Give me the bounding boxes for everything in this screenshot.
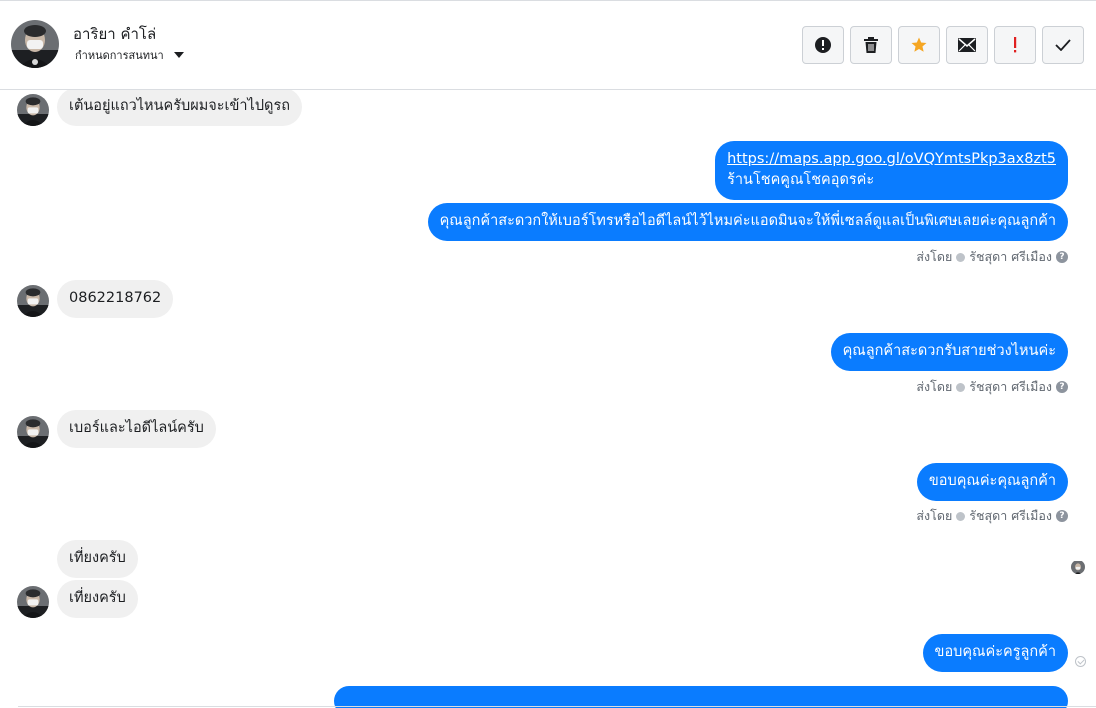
agent-name[interactable]: รัชสุดา ศรีเมือง (969, 247, 1052, 267)
sent-by-prefix: ส่งโดย (916, 508, 953, 523)
agent-name[interactable]: รัชสุดา ศรีเมือง (969, 506, 1052, 526)
caret-down-icon (173, 52, 184, 58)
outgoing-message[interactable]: ขอบคุณค่ะคุณลูกค้า (916, 463, 1068, 501)
exclamation-icon (1014, 37, 1017, 53)
contact-avatar[interactable] (11, 20, 59, 68)
delete-button[interactable] (850, 26, 892, 64)
sent-by-prefix: ส่งโดย (916, 249, 953, 264)
contact-avatar-small[interactable] (17, 285, 49, 317)
contact-name[interactable]: อาริยา คำโล่ (73, 22, 156, 46)
star-icon (911, 37, 927, 52)
sent-by-label: ส่งโดย รัชสุดา ศรีเมือง ? (916, 247, 1068, 267)
trash-icon (864, 37, 878, 53)
star-button[interactable] (898, 26, 940, 64)
sent-check-icon (1075, 656, 1086, 667)
outgoing-message[interactable]: คุณลูกค้าสะดวกรับสายช่วงไหนค่ะ (830, 333, 1068, 371)
agent-status-icon (956, 382, 966, 392)
help-icon[interactable]: ? (1056, 381, 1068, 393)
assign-label: กำหนดการสนทนา (75, 49, 164, 62)
agent-status-icon (956, 511, 966, 521)
contact-avatar-small[interactable] (17, 94, 49, 126)
action-toolbar (802, 26, 1084, 64)
message-text: ร้านโชคคูณโชคอุดรค่ะ (727, 172, 875, 188)
contact-avatar-small[interactable] (17, 416, 49, 448)
help-icon[interactable]: ? (1056, 510, 1068, 522)
envelope-icon (958, 38, 976, 52)
outgoing-message[interactable]: https://maps.app.goo.gl/oVQYmtsPkp3ax8zt… (715, 141, 1068, 200)
sent-by-label: ส่งโดย รัชสุดา ศรีเมือง ? (916, 377, 1068, 397)
contact-avatar-small[interactable] (17, 586, 49, 618)
mark-spam-button[interactable] (802, 26, 844, 64)
exclamation-circle-icon (815, 37, 831, 53)
conversation-window: อาริยา คำโล่ กำหนดการสนทนา เต้นอยู่แถวไห… (0, 0, 1096, 708)
assign-conversation-dropdown[interactable]: กำหนดการสนทนา (75, 46, 184, 64)
mark-unread-button[interactable] (946, 26, 988, 64)
follow-up-button[interactable] (994, 26, 1036, 64)
incoming-message[interactable]: เที่ยงครับ (57, 540, 138, 578)
agent-status-icon (956, 252, 966, 262)
incoming-message[interactable]: เที่ยงครับ (57, 580, 138, 618)
conversation-header: อาริยา คำโล่ กำหนดการสนทนา (0, 1, 1096, 90)
incoming-message[interactable]: เบอร์และไอดีไลน์ครับ (57, 410, 216, 448)
maps-link[interactable]: https://maps.app.goo.gl/oVQYmtsPkp3ax8zt… (727, 151, 1056, 167)
help-icon[interactable]: ? (1056, 251, 1068, 263)
composer-divider (18, 706, 1096, 707)
sent-by-prefix: ส่งโดย (916, 379, 953, 394)
outgoing-message[interactable]: ขอบคุณค่ะครูลูกค้า (922, 634, 1068, 672)
message-thread[interactable]: เต้นอยู่แถวไหนครับผมจะเข้าไปดูรถ https:/… (0, 90, 1096, 708)
sent-by-label: ส่งโดย รัชสุดา ศรีเมือง ? (916, 506, 1068, 526)
seen-indicator-avatar (1071, 560, 1085, 574)
outgoing-message[interactable]: คุณลูกค้าสะดวกให้เบอร์โทรหรือไอดีไลน์ไว้… (427, 203, 1068, 241)
check-icon (1055, 39, 1071, 51)
incoming-message[interactable]: 0862218762 (57, 280, 174, 318)
agent-name[interactable]: รัชสุดา ศรีเมือง (969, 377, 1052, 397)
incoming-message[interactable]: เต้นอยู่แถวไหนครับผมจะเข้าไปดูรถ (57, 90, 303, 126)
mark-done-button[interactable] (1042, 26, 1084, 64)
outgoing-message-partial[interactable] (334, 686, 1068, 708)
